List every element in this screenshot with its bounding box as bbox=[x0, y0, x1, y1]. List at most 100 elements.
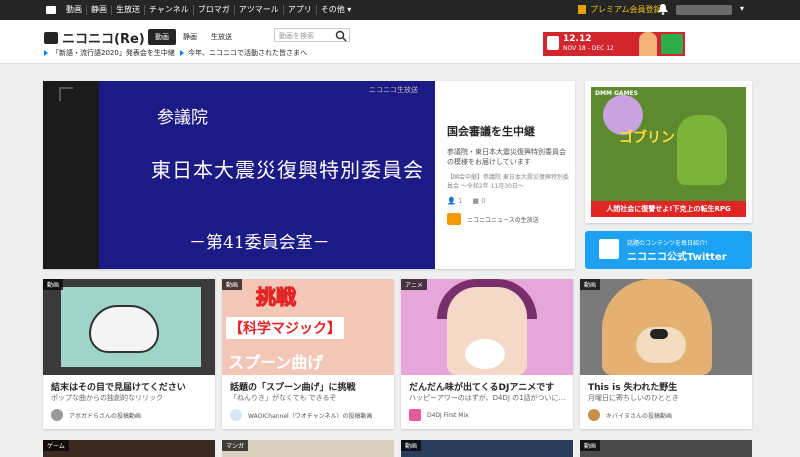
video-uploader[interactable]: WAOIChannel（ワオチャンネル）の投稿動画 bbox=[230, 409, 373, 421]
channel-name: ニコニコニュースの生放送 bbox=[467, 216, 539, 224]
category-badge: アニメ bbox=[401, 279, 427, 290]
avatar bbox=[230, 409, 242, 421]
bell-icon[interactable] bbox=[658, 4, 668, 15]
video-uploader[interactable]: D4DJ First Mix bbox=[409, 409, 469, 421]
niconico-tv-icon bbox=[599, 239, 619, 259]
tab-video[interactable]: 動画 bbox=[148, 29, 176, 45]
video-thumbnail[interactable]: 挑戦 【科学マジック】 スプーン曲げ 動画 bbox=[222, 279, 394, 375]
live-watermark: ニコニコ生放送 bbox=[369, 86, 418, 94]
video-thumbnail[interactable]: 動画 bbox=[580, 279, 752, 375]
video-card[interactable]: 動画 bbox=[401, 440, 573, 457]
ad-tagline: 人間社会に復讐せよ!下克上の転生RPG bbox=[591, 201, 746, 217]
video-title[interactable]: だんだん味が出てくるDJアニメです bbox=[409, 380, 569, 393]
arrow-right-icon bbox=[44, 50, 48, 56]
ad-banner-line1: 12.12 bbox=[563, 34, 592, 44]
news-link-1[interactable]: 「新語・流行語2020」発表会を生中継 bbox=[44, 48, 175, 58]
ad-headline: ゴブリン bbox=[619, 130, 675, 146]
uploader-name: キバイヌさんの投稿動画 bbox=[606, 412, 673, 420]
uploader-name: WAOIChannel（ワオチャンネル）の投稿動画 bbox=[248, 412, 373, 420]
niconico-tv-icon[interactable] bbox=[46, 6, 56, 14]
logo-text: ニコニコ(Re) bbox=[62, 32, 145, 47]
video-description: ポップな曲からの独創的なリリック bbox=[51, 394, 163, 402]
avatar bbox=[51, 409, 63, 421]
video-description: ハッピーアワーのはずが、D4DJ の1話がついに… bbox=[409, 394, 566, 402]
video-description: 月曜日に寄ちしいのひととき bbox=[588, 394, 679, 402]
nav-item-atsumaru[interactable]: アツマール bbox=[235, 5, 284, 15]
tab-live[interactable]: 生放送 bbox=[204, 29, 239, 45]
uploader-name: アボガドらさんの投稿動画 bbox=[69, 412, 142, 420]
ad-banner-line2: NOV 18 - DEC 12 bbox=[563, 45, 614, 52]
category-badge: 動画 bbox=[580, 279, 601, 290]
side-ad[interactable]: DMM GAMES ゴブリン 人間社会に復讐せよ!下克上の転生RPG bbox=[585, 81, 752, 223]
category-badge: 動画 bbox=[222, 279, 243, 290]
news-link-2[interactable]: 今年、ニコニコで活動された皆さまへ bbox=[180, 48, 307, 58]
featured-video-thumbnail[interactable]: ニコニコ生放送 参議院 東日本大震災復興特別委員会 －第41委員会室－ bbox=[43, 81, 435, 269]
uploader-name: D4DJ First Mix bbox=[427, 411, 469, 419]
screen-caption-3: －第41委員会室－ bbox=[189, 233, 330, 253]
video-description: 「ねんりき」がなくても できるぞ bbox=[230, 394, 337, 402]
category-badge: マンガ bbox=[222, 440, 249, 451]
header-ad-banner[interactable]: 12.12 NOV 18 - DEC 12 bbox=[543, 32, 685, 56]
video-card[interactable]: 挑戦 【科学マジック】 スプーン曲げ 動画 話題の「スプーン曲げ」に挑戦 「ねん… bbox=[222, 279, 394, 429]
video-card[interactable]: マンガ bbox=[222, 440, 394, 457]
site-logo[interactable]: ニコニコ(Re) bbox=[44, 28, 145, 47]
news-text: 今年、ニコニコで活動された皆さまへ bbox=[188, 49, 307, 57]
ad-character-goblin bbox=[677, 115, 727, 185]
video-title[interactable]: 結末はその目で見届けてください bbox=[51, 380, 211, 393]
search-type-tabs: 動画 静画 生放送 bbox=[148, 29, 239, 45]
video-card[interactable]: 動画 結末はその目で見届けてください ポップな曲からの独創的なリリック アボガド… bbox=[43, 279, 215, 429]
thumb-text-2: 【科学マジック】 bbox=[226, 317, 344, 339]
video-uploader[interactable]: アボガドらさんの投稿動画 bbox=[51, 409, 141, 421]
video-screen: ニコニコ生放送 参議院 東日本大震災復興特別委員会 －第41委員会室－ bbox=[99, 81, 435, 269]
nav-item-more[interactable]: その他 ▾ bbox=[317, 5, 356, 15]
ad-green-badge bbox=[661, 34, 683, 54]
side-ad-image: DMM GAMES ゴブリン 人間社会に復讐せよ!下克上の転生RPG bbox=[591, 87, 746, 217]
global-nav: 動画 静画 生放送 チャンネル ブロマガ アツマール アプリ その他 ▾ bbox=[62, 5, 355, 15]
news-text: 「新語・流行語2020」発表会を生中継 bbox=[52, 49, 175, 57]
twitter-promo-line1: 話題のコンテンツを毎日紹介! bbox=[627, 240, 708, 247]
shopping-bag-icon bbox=[547, 36, 559, 50]
nav-item-app[interactable]: アプリ bbox=[284, 5, 317, 15]
featured-description: 参議院・東日本大震災復興特別委員会の模様をお届けしています bbox=[447, 148, 566, 166]
featured-title[interactable]: 国会審議を生中継 bbox=[447, 123, 535, 139]
featured-stats: 👤 1 ■ 0 bbox=[447, 197, 486, 205]
category-badge: 動画 bbox=[43, 279, 64, 290]
site-header: ニコニコ(Re) 動画 静画 生放送 動画を検索 12.12 NOV 18 - … bbox=[0, 20, 800, 64]
nav-item-blomaga[interactable]: ブロマガ bbox=[194, 5, 235, 15]
chevron-down-icon[interactable]: ▾ bbox=[740, 4, 744, 13]
twitter-promo-line2: ニコニコ公式Twitter bbox=[627, 252, 727, 263]
tab-seiga[interactable]: 静画 bbox=[176, 29, 204, 45]
frame-corner-icon bbox=[59, 87, 73, 101]
video-title[interactable]: This is 失われた野生 bbox=[588, 380, 748, 393]
view-count: 👤 1 bbox=[447, 197, 463, 205]
premium-register-link[interactable]: プレミアム会員登録 bbox=[578, 4, 661, 15]
category-badge: ゲーム bbox=[43, 440, 69, 451]
video-uploader[interactable]: キバイヌさんの投稿動画 bbox=[588, 409, 672, 421]
nav-item-video[interactable]: 動画 bbox=[62, 5, 87, 15]
twitter-promo-card[interactable]: 話題のコンテンツを毎日紹介! ニコニコ公式Twitter bbox=[585, 231, 752, 269]
comment-count: ■ 0 bbox=[472, 197, 486, 205]
premium-label: プレミアム会員登録 bbox=[590, 5, 662, 14]
video-card[interactable]: 動画 This is 失われた野生 月曜日に寄ちしいのひととき キバイヌさんの投… bbox=[580, 279, 752, 429]
channel-icon bbox=[447, 213, 461, 225]
video-title[interactable]: 話題の「スプーン曲げ」に挑戦 bbox=[230, 380, 390, 393]
nav-item-live[interactable]: 生放送 bbox=[112, 5, 145, 15]
user-menu[interactable] bbox=[676, 5, 732, 15]
category-badge: 動画 bbox=[580, 440, 601, 451]
featured-live-card[interactable]: ニコニコ生放送 参議院 東日本大震災復興特別委員会 －第41委員会室－ 国会審議… bbox=[43, 81, 575, 269]
featured-info: 国会審議を生中継 参議院・東日本大震災復興特別委員会の模様をお届けしています 【… bbox=[447, 81, 573, 269]
video-card[interactable]: ゲーム bbox=[43, 440, 215, 457]
featured-channel[interactable]: ニコニコニュースの生放送 bbox=[447, 213, 539, 225]
avatar bbox=[588, 409, 600, 421]
video-thumbnail[interactable]: アニメ bbox=[401, 279, 573, 375]
avatar bbox=[409, 409, 421, 421]
global-nav-bar: 動画 静画 生放送 チャンネル ブロマガ アツマール アプリ その他 ▾ プレミ… bbox=[0, 0, 800, 20]
search-icon[interactable] bbox=[335, 30, 347, 42]
category-badge: 動画 bbox=[401, 440, 422, 451]
nav-item-seiga[interactable]: 静画 bbox=[87, 5, 112, 15]
nav-item-channel[interactable]: チャンネル bbox=[145, 5, 194, 15]
video-card[interactable]: 動画 bbox=[580, 440, 752, 457]
video-thumbnail[interactable]: 動画 bbox=[43, 279, 215, 375]
screen-caption-1: 参議院 bbox=[157, 108, 208, 128]
video-card[interactable]: アニメ だんだん味が出てくるDJアニメです ハッピーアワーのはずが、D4DJ の… bbox=[401, 279, 573, 429]
